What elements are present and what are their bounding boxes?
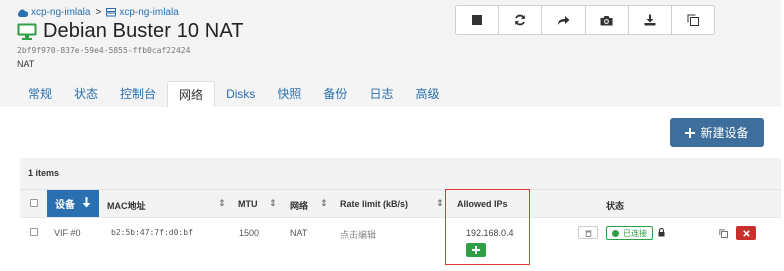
copy-icon <box>687 14 699 26</box>
migrate-icon <box>557 15 570 25</box>
new-device-button[interactable]: 新建设备 <box>670 118 764 147</box>
column-mtu[interactable]: MTU <box>238 199 258 209</box>
tab-console[interactable]: 控制台 <box>109 81 167 107</box>
tab-general[interactable]: 常规 <box>17 81 63 107</box>
column-rate-limit[interactable]: Rate limit (kB/s) <box>340 199 408 209</box>
snapshot-icon <box>600 15 613 25</box>
restart-button[interactable] <box>499 6 543 34</box>
breadcrumb-pool[interactable]: xcp-ng-imlala <box>31 7 90 18</box>
breadcrumb-separator: > <box>95 7 102 18</box>
vif-rate-limit[interactable]: 点击编辑 <box>340 228 376 241</box>
sort-icon[interactable]: ⇕ <box>218 198 226 209</box>
tab-backup[interactable]: 备份 <box>312 81 358 107</box>
plus-icon <box>685 127 696 138</box>
column-device-label: 设备 <box>55 200 75 211</box>
items-count-bar: 1 items <box>20 158 781 189</box>
copy-vm-button[interactable] <box>672 6 714 34</box>
export-button[interactable] <box>629 6 672 34</box>
tab-logs[interactable]: 日志 <box>358 81 404 107</box>
trash-icon <box>585 230 591 237</box>
tab-network[interactable]: 网络 <box>167 81 216 107</box>
vif-mac: b2:5b:47:7f:d0:bf <box>111 228 193 237</box>
lock-icon <box>658 228 665 237</box>
vm-toolbar <box>455 5 715 35</box>
restart-icon <box>515 14 526 26</box>
sort-down-icon <box>82 197 91 208</box>
vm-tabs: 常规 状态 控制台 网络 Disks 快照 备份 日志 高级 <box>17 81 450 107</box>
sort-icon[interactable]: ⇕ <box>436 198 444 209</box>
tab-advanced[interactable]: 高级 <box>404 81 450 107</box>
stop-icon <box>472 15 483 25</box>
copy-icon <box>718 228 728 238</box>
snapshot-button[interactable] <box>586 6 629 34</box>
select-all-checkbox[interactable] <box>30 199 38 207</box>
vif-mtu: 1500 <box>239 228 260 238</box>
allowed-ips-highlight-box <box>445 189 530 265</box>
breadcrumb: xcp-ng-imlala > xcp-ng-imlala <box>17 7 179 18</box>
items-count: 1 items <box>28 168 60 178</box>
row-checkbox[interactable] <box>30 228 38 236</box>
tab-disks[interactable]: Disks <box>215 81 266 107</box>
vm-title-row: Debian Buster 10 NAT <box>17 20 244 43</box>
table-header: 设备 MAC地址 ⇕ MTU ⇕ 网络 ⇕ Rate limit (kB/s) … <box>20 189 781 217</box>
copy-row-button[interactable] <box>714 226 732 240</box>
export-icon <box>644 14 656 26</box>
sort-icon[interactable]: ⇕ <box>269 198 277 209</box>
status-label: 已连接 <box>623 228 647 238</box>
sort-icon[interactable]: ⇕ <box>320 198 328 209</box>
table-row: VIF #0 b2:5b:47:7f:d0:bf 1500 NAT 点击编辑 1… <box>20 217 781 262</box>
vm-description[interactable]: NAT <box>17 59 34 69</box>
desktop-icon <box>17 23 37 40</box>
delete-ip-button[interactable] <box>578 226 598 239</box>
new-device-label: 新建设备 <box>700 126 749 140</box>
breadcrumb-host[interactable]: xcp-ng-imlala <box>119 7 178 18</box>
server-icon <box>106 8 117 17</box>
vm-uuid: 2bf9f970-837e-59e4-5855-ffb0caf22424 <box>17 46 191 55</box>
vif-device: VIF #0 <box>54 228 81 238</box>
vif-network[interactable]: NAT <box>290 228 307 238</box>
stop-button[interactable] <box>456 6 500 34</box>
column-status: 状态 <box>606 201 625 211</box>
cloud-icon <box>17 8 28 17</box>
migrate-button[interactable] <box>542 6 586 34</box>
page-title[interactable]: Debian Buster 10 NAT <box>43 20 244 43</box>
close-icon <box>742 229 750 237</box>
tab-snapshots[interactable]: 快照 <box>266 81 312 107</box>
connected-dot-icon <box>612 229 619 237</box>
column-device[interactable]: 设备 <box>47 190 99 217</box>
column-network[interactable]: 网络 <box>290 199 308 212</box>
tab-stats[interactable]: 状态 <box>63 81 109 107</box>
status-badge[interactable]: 已连接 <box>606 226 653 240</box>
delete-row-button[interactable] <box>736 226 756 240</box>
column-mac[interactable]: MAC地址 <box>107 199 146 212</box>
